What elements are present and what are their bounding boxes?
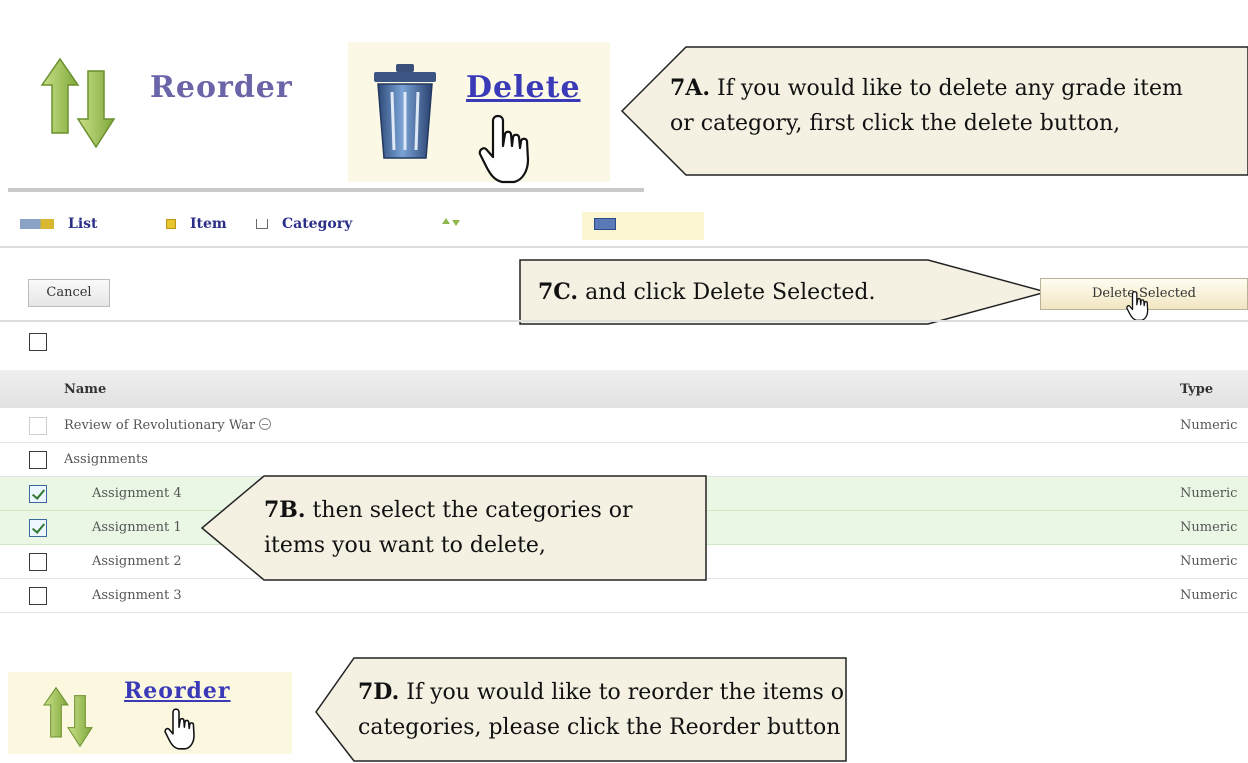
toolbar-reorder[interactable] bbox=[440, 216, 462, 228]
buttons-divider bbox=[0, 320, 1248, 322]
grades-toolbar: List Item Category bbox=[0, 212, 1248, 242]
cancel-button[interactable]: Cancel bbox=[28, 279, 110, 307]
select-all-checkbox[interactable] bbox=[29, 333, 47, 351]
callout-7c-tag: 7C. bbox=[538, 279, 579, 305]
callout-7b: 7B. then select the categories or items … bbox=[200, 474, 708, 582]
zoomed-toolbar: Reorder Delete bbox=[0, 0, 644, 196]
row-name[interactable]: Assignment 2 bbox=[92, 554, 182, 569]
callout-7a-tag: 7A. bbox=[670, 75, 711, 101]
table-header: Name Type bbox=[0, 370, 1248, 408]
item-icon bbox=[166, 219, 176, 229]
hand-cursor-icon bbox=[478, 114, 530, 184]
row-type: Numeric bbox=[1180, 554, 1238, 569]
row-name[interactable]: Review of Revolutionary War bbox=[64, 418, 255, 433]
row-checkbox[interactable] bbox=[29, 417, 47, 435]
row-checkbox[interactable] bbox=[29, 553, 47, 571]
reorder-arrows-icon bbox=[40, 57, 116, 149]
delete-tool-icon bbox=[594, 218, 616, 230]
row-type: Numeric bbox=[1180, 418, 1238, 433]
callout-7c-line1: and click Delete Selected. bbox=[578, 280, 876, 305]
category-icon bbox=[256, 219, 268, 229]
toolbar-item[interactable]: Item bbox=[166, 216, 227, 232]
row-name[interactable]: Assignment 1 bbox=[92, 520, 182, 535]
zoomed-reorder-button[interactable]: Reorder bbox=[150, 70, 293, 105]
callout-7a-line1: If you would like to delete any grade it… bbox=[710, 76, 1183, 101]
column-header-name[interactable]: Name bbox=[64, 382, 106, 397]
callout-7d-tag: 7D. bbox=[358, 679, 400, 705]
row-checkbox[interactable] bbox=[29, 587, 47, 605]
callout-7b-tag: 7B. bbox=[264, 497, 306, 523]
callout-7b-line1: then select the categories or bbox=[305, 498, 633, 523]
row-name[interactable]: Assignment 4 bbox=[92, 486, 182, 501]
column-header-type[interactable]: Type bbox=[1180, 382, 1213, 397]
row-name[interactable]: Assignment 3 bbox=[92, 588, 182, 603]
hand-cursor-icon bbox=[1126, 291, 1149, 321]
callout-7d-line2: categories, please click the Reorder but… bbox=[358, 715, 841, 740]
callout-7d-line1: If you would like to reorder the items o… bbox=[399, 680, 844, 705]
table-row: Review of Revolutionary War Numeric bbox=[0, 409, 1248, 443]
row-type: Numeric bbox=[1180, 588, 1238, 603]
zoom-divider bbox=[8, 188, 644, 192]
zoomed-reorder-button-bottom[interactable]: Reorder bbox=[124, 678, 231, 704]
callout-7a-line2: or category, first click the delete butt… bbox=[670, 111, 1121, 136]
toolbar-category-label: Category bbox=[282, 216, 353, 232]
table-row: Assignments bbox=[0, 443, 1248, 477]
row-type: Numeric bbox=[1180, 520, 1238, 535]
collapse-icon[interactable] bbox=[259, 418, 272, 430]
trash-icon bbox=[374, 64, 436, 159]
zoomed-delete-button[interactable]: Delete bbox=[466, 70, 581, 105]
row-name[interactable]: Assignments bbox=[64, 452, 148, 467]
row-checkbox[interactable] bbox=[29, 485, 47, 503]
row-type: Numeric bbox=[1180, 486, 1238, 501]
toolbar-list[interactable]: List bbox=[20, 216, 98, 232]
callout-7c: 7C. and click Delete Selected. bbox=[518, 258, 1048, 326]
list-icon bbox=[20, 219, 54, 229]
callout-7b-line2: items you want to delete, bbox=[264, 533, 546, 558]
row-checkbox[interactable] bbox=[29, 519, 47, 537]
hand-cursor-icon bbox=[164, 708, 195, 750]
row-checkbox[interactable] bbox=[29, 451, 47, 469]
callout-7d: 7D. If you would like to reorder the ite… bbox=[314, 656, 848, 763]
toolbar-list-label: List bbox=[68, 216, 98, 232]
toolbar-divider bbox=[0, 246, 1248, 248]
toolbar-delete-highlight[interactable] bbox=[582, 212, 704, 240]
toolbar-item-label: Item bbox=[190, 216, 227, 232]
reorder-arrows-icon bbox=[43, 686, 93, 748]
small-reorder-icon bbox=[442, 218, 460, 226]
callout-7a: 7A. If you would like to delete any grad… bbox=[620, 44, 1248, 178]
toolbar-category[interactable]: Category bbox=[256, 216, 352, 232]
table-row: Assignment 3 Numeric bbox=[0, 579, 1248, 613]
